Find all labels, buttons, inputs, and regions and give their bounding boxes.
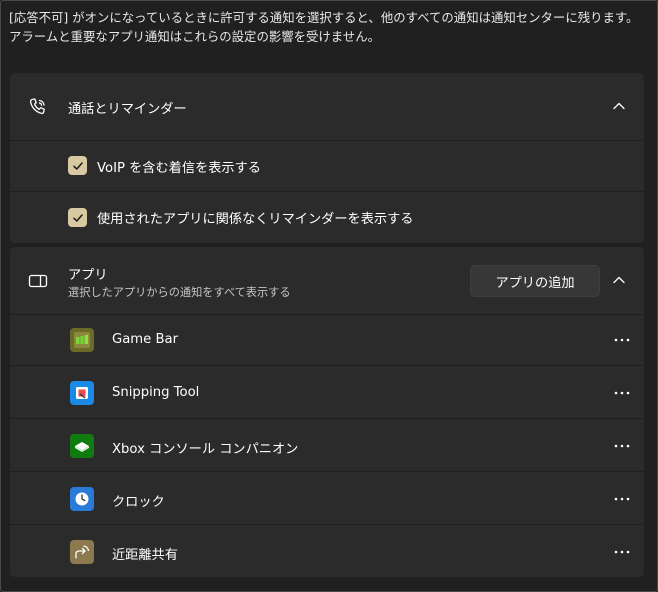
app-name: Game Bar	[112, 332, 179, 347]
calls-reminders-card: 通話とリマインダー VoIP を含む着信を表示する 使用されたアプリに関係なくリ…	[10, 73, 644, 243]
app-row-nearby-share: 近距離共有	[10, 527, 644, 577]
option-label-voip-calls: VoIP を含む着信を表示する	[97, 161, 261, 176]
more-options-icon[interactable]	[612, 542, 632, 562]
more-options-icon[interactable]	[612, 489, 632, 509]
more-options-icon[interactable]	[612, 330, 632, 350]
nearby-share-icon	[70, 540, 94, 564]
divider	[10, 524, 644, 525]
option-row-reminders[interactable]: 使用されたアプリに関係なくリマインダーを表示する	[10, 192, 644, 243]
game-bar-icon	[70, 328, 94, 352]
apps-icon	[26, 269, 50, 293]
snipping-tool-icon	[70, 381, 94, 405]
app-row-clock: クロック	[10, 474, 644, 524]
app-name: Xbox コンソール コンパニオン	[112, 442, 299, 457]
phone-icon	[26, 95, 50, 119]
apps-card: アプリ 選択したアプリからの通知をすべて表示する アプリの追加 Game Bar	[10, 247, 644, 577]
app-name: クロック	[112, 495, 165, 510]
apps-subtitle: 選択したアプリからの通知をすべて表示する	[68, 286, 291, 299]
calls-reminders-header[interactable]: 通話とリマインダー	[10, 73, 644, 140]
checkbox-reminders[interactable]	[68, 208, 87, 227]
checkbox-voip-calls[interactable]	[68, 156, 87, 175]
clock-icon	[70, 487, 94, 511]
option-label-reminders: 使用されたアプリに関係なくリマインダーを表示する	[97, 212, 414, 227]
dnd-description: [応答不可] がオンになっているときに許可する通知を選択すると、他のすべての通知…	[9, 10, 639, 44]
divider	[10, 471, 644, 472]
divider	[10, 418, 644, 419]
app-name: Snipping Tool	[112, 385, 200, 400]
app-row-xbox: Xbox コンソール コンパニオン	[10, 421, 644, 471]
more-options-icon[interactable]	[612, 436, 632, 456]
apps-header[interactable]: アプリ 選択したアプリからの通知をすべて表示する アプリの追加	[10, 247, 644, 314]
chevron-up-icon[interactable]	[610, 97, 628, 115]
app-row-snipping-tool: Snipping Tool	[10, 368, 644, 418]
chevron-up-icon[interactable]	[610, 271, 628, 289]
apps-title: アプリ	[68, 268, 108, 283]
option-row-calls[interactable]: VoIP を含む着信を表示する	[10, 141, 644, 191]
app-name: 近距離共有	[112, 548, 178, 563]
calls-reminders-title: 通話とリマインダー	[68, 102, 187, 117]
xbox-icon	[70, 434, 94, 458]
divider	[10, 365, 644, 366]
add-app-button[interactable]: アプリの追加	[470, 265, 600, 297]
more-options-icon[interactable]	[612, 383, 632, 403]
app-row-game-bar: Game Bar	[10, 315, 644, 365]
